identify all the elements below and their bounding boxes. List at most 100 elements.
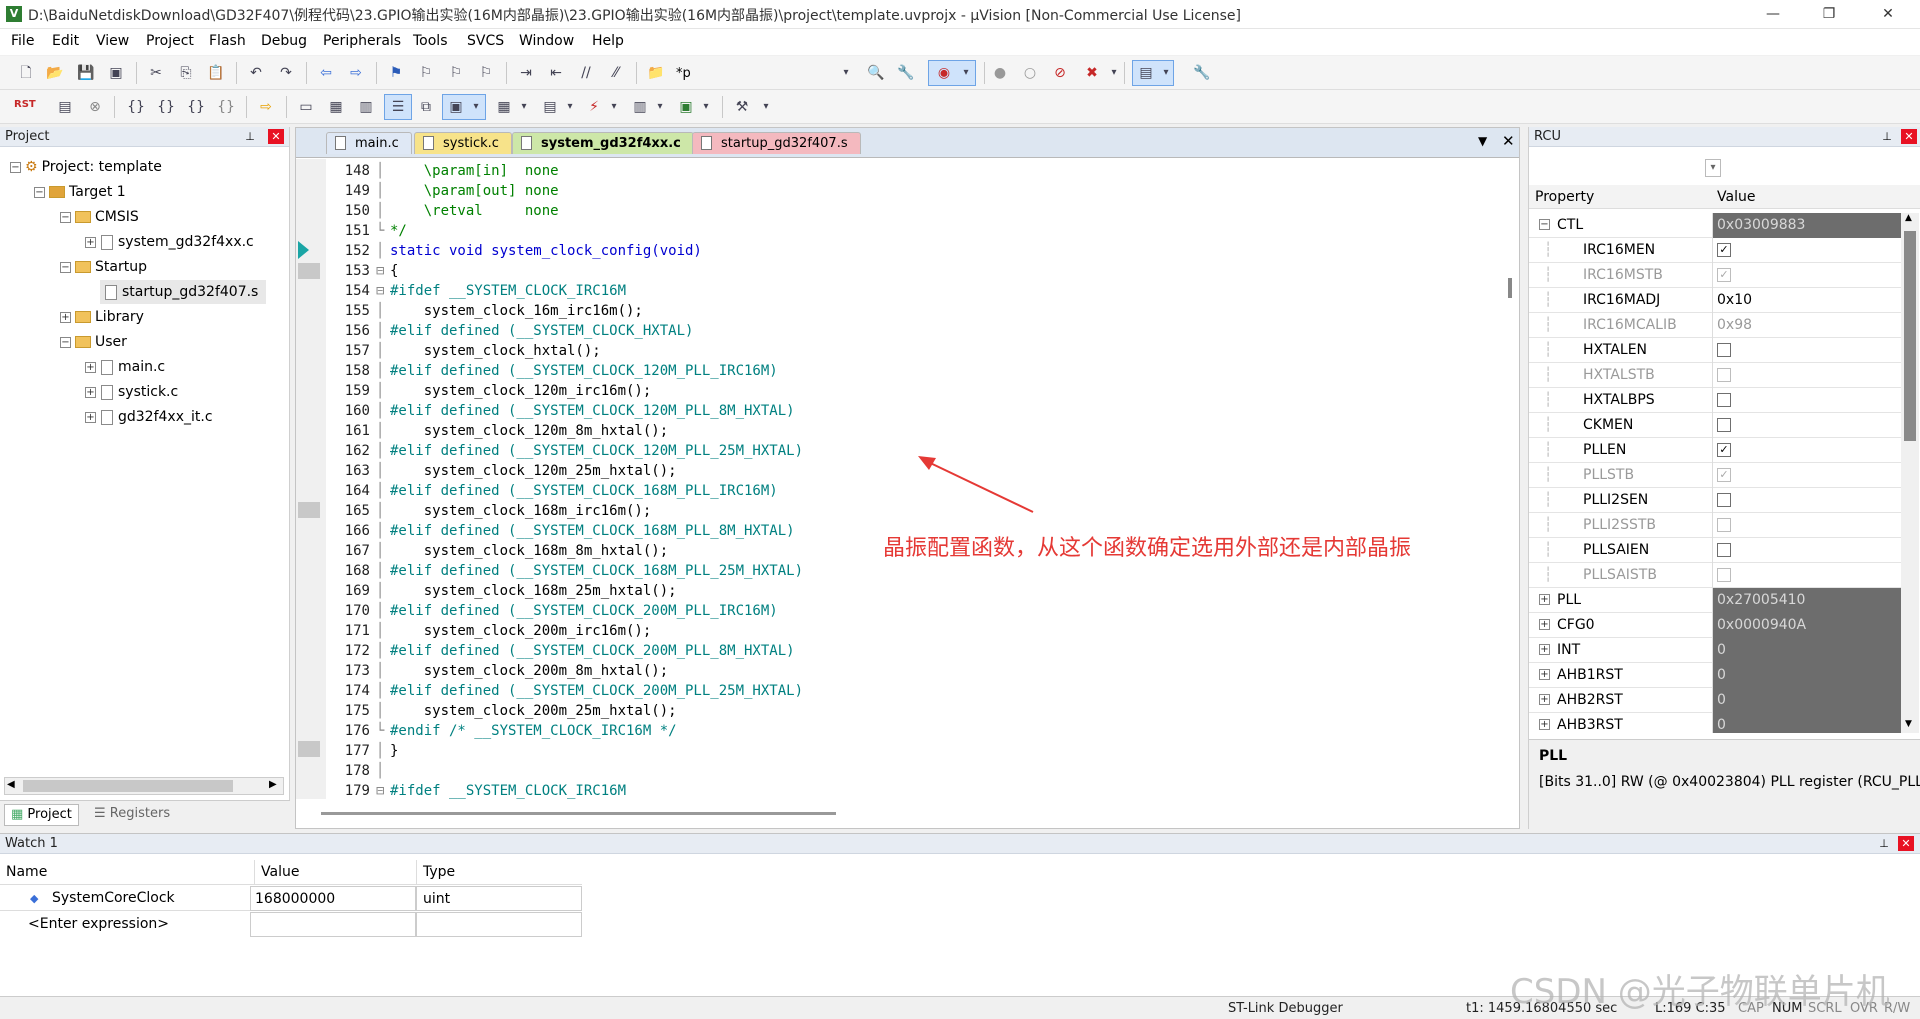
code-line[interactable]: 176 └ #endif /* __SYSTEM_CLOCK_IRC16M */ (326, 721, 1496, 741)
tree-file-it[interactable]: + gd32f4xx_it.c (85, 405, 213, 429)
register-row[interactable]: ┆ PLLSAIEN (1529, 538, 1901, 563)
run-icon[interactable]: ▤ (55, 98, 75, 116)
register-row[interactable]: ┆ PLLSAISTB (1529, 563, 1901, 588)
checkbox-checked[interactable]: ✓ (1717, 443, 1731, 457)
menu-peripherals[interactable]: Peripherals (323, 33, 401, 49)
field-checkbox-cell[interactable]: ✓ (1712, 238, 1901, 263)
disassembly-icon[interactable]: ▦ (326, 98, 346, 116)
register-value[interactable]: 0 (1712, 688, 1901, 713)
checkbox-unchecked[interactable] (1717, 418, 1731, 432)
disable-all-breakpoints-icon[interactable]: ⊘ (1050, 64, 1070, 82)
register-row[interactable]: ┆ IRC16MADJ 0x10 (1529, 288, 1901, 313)
bookmark-icon[interactable]: ⚑ (386, 64, 406, 82)
code-line[interactable]: 174 │ #elif defined (__SYSTEM_CLOCK_200M_P… (326, 681, 1496, 701)
tree-file-system[interactable]: + system_gd32f4xx.c (85, 230, 254, 254)
collapse-icon[interactable]: − (1539, 219, 1550, 230)
cut-icon[interactable]: ✂ (146, 64, 166, 82)
close-window-button[interactable]: ✕ (1865, 0, 1911, 29)
scroll-left-icon[interactable]: ◀ (7, 779, 15, 790)
code-line[interactable]: 179 ⊟ #ifdef __SYSTEM_CLOCK_IRC16M (326, 781, 1496, 801)
checkbox-unchecked[interactable] (1717, 543, 1731, 557)
rcu-scrollbar[interactable]: ▲ ▼ (1901, 213, 1919, 733)
show-next-statement-icon[interactable]: ⇨ (256, 98, 276, 116)
field-value[interactable]: 0x10 (1712, 288, 1901, 313)
new-file-icon[interactable]: 🗋 (16, 64, 36, 82)
code-line[interactable]: 151 └ */ (326, 221, 1496, 241)
menu-debug[interactable]: Debug (261, 33, 307, 49)
register-row[interactable]: ┆ HXTALBPS (1529, 388, 1901, 413)
tree-group-cmsis[interactable]: − CMSIS (60, 205, 139, 229)
code-line[interactable]: 159 │ system_clock_120m_irc16m(); (326, 381, 1496, 401)
find-icon[interactable]: 🔍 (866, 64, 886, 82)
code-line[interactable]: 168 │ #elif defined (__SYSTEM_CLOCK_168M_P… (326, 561, 1496, 581)
register-row[interactable]: ┆ IRC16MEN ✓ (1529, 238, 1901, 263)
serial-icon[interactable]: ▤ (540, 98, 560, 116)
chevron-down-icon[interactable]: ▾ (756, 98, 776, 116)
tree-project-root[interactable]: − ⚙ Project: template (10, 155, 162, 179)
chevron-down-icon[interactable]: ▾ (650, 98, 670, 116)
register-row[interactable]: ┆ HXTALEN (1529, 338, 1901, 363)
register-row[interactable]: ┆ PLLI2SSTB (1529, 513, 1901, 538)
checkbox-unchecked[interactable] (1717, 343, 1731, 357)
register-row[interactable]: + AHB1RST 0 (1529, 663, 1901, 688)
register-row[interactable]: ┆ IRC16MSTB ✓ (1529, 263, 1901, 288)
code-line[interactable]: 178 │ (326, 761, 1496, 781)
menu-file[interactable]: File (11, 33, 34, 49)
register-value[interactable]: 0 (1712, 713, 1901, 733)
register-row[interactable]: ┆ PLLEN ✓ (1529, 438, 1901, 463)
code-line[interactable]: 153 ⊟ { (326, 261, 1496, 281)
field-checkbox-cell[interactable] (1712, 338, 1901, 363)
code-line[interactable]: 175 │ system_clock_200m_25m_hxtal(); (326, 701, 1496, 721)
chevron-down-icon[interactable]: ▾ (604, 98, 624, 116)
menu-view[interactable]: View (96, 33, 129, 49)
menu-svcs[interactable]: SVCS (467, 33, 504, 49)
watch-row[interactable]: ◆ SystemCoreClock 168000000 uint (0, 886, 582, 911)
editor-horizontal-scroll-thumb[interactable] (321, 812, 836, 815)
configure-icon[interactable]: 🔧 (1192, 64, 1212, 82)
field-checkbox-cell[interactable] (1712, 413, 1901, 438)
scroll-down-icon[interactable]: ▼ (1905, 719, 1912, 729)
unindent-icon[interactable]: ⇤ (546, 64, 566, 82)
expand-icon[interactable]: + (1539, 594, 1550, 605)
code-line[interactable]: 158 │ #elif defined (__SYSTEM_CLOCK_120M_P… (326, 361, 1496, 381)
collapse-icon[interactable]: − (60, 211, 71, 223)
register-row[interactable]: ┆ CKMEN (1529, 413, 1901, 438)
run-to-cursor-icon[interactable]: {} (216, 98, 236, 116)
menu-tools[interactable]: Tools (413, 33, 448, 49)
scroll-up-icon[interactable]: ▲ (1905, 213, 1912, 223)
indent-icon[interactable]: ⇥ (516, 64, 536, 82)
register-value[interactable]: 0 (1712, 638, 1901, 663)
system-viewer-icon[interactable]: ▣ (676, 98, 696, 116)
horizontal-scrollbar[interactable]: ◀ ▶ (4, 777, 284, 795)
register-value[interactable]: 0x03009883 (1712, 213, 1901, 238)
tab-systick-c[interactable]: systick.c (414, 132, 512, 154)
breakpoint-icon[interactable]: ● (990, 64, 1010, 82)
nav-forward-icon[interactable]: ⇨ (346, 64, 366, 82)
code-line[interactable]: 148 │ \param[in] none (326, 161, 1496, 181)
restore-button[interactable]: ❐ (1806, 0, 1852, 29)
code-line[interactable]: 150 │ \retval none (326, 201, 1496, 221)
watch-value[interactable]: 168000000 (250, 886, 416, 911)
code-line[interactable]: 173 │ system_clock_200m_8m_hxtal(); (326, 661, 1496, 681)
uncomment-icon[interactable]: ⁄⁄ (606, 64, 626, 82)
symbols-icon[interactable]: ▥ (356, 98, 376, 116)
code-line[interactable]: 172 │ #elif defined (__SYSTEM_CLOCK_200M_P… (326, 641, 1496, 661)
field-checkbox-cell[interactable] (1712, 538, 1901, 563)
register-select-dropdown[interactable]: ▾ (1705, 159, 1721, 177)
register-row[interactable]: + INT 0 (1529, 638, 1901, 663)
field-checkbox-cell[interactable] (1712, 388, 1901, 413)
code-line[interactable]: 170 │ #elif defined (__SYSTEM_CLOCK_200M_P… (326, 601, 1496, 621)
register-value[interactable]: 0x27005410 (1712, 588, 1901, 613)
chevron-down-icon[interactable]: ▾ (560, 98, 580, 116)
chevron-down-icon[interactable]: ▾ (696, 98, 716, 116)
register-row[interactable]: + AHB3RST 0 (1529, 713, 1901, 733)
collapse-icon[interactable]: − (10, 161, 21, 173)
call-stack-icon[interactable]: ⧉ (416, 98, 436, 116)
code-line[interactable]: 161 │ system_clock_120m_8m_hxtal(); (326, 421, 1496, 441)
paste-icon[interactable]: 📋 (206, 64, 226, 82)
stop-icon[interactable]: ⊗ (85, 98, 105, 116)
property-grid[interactable]: − CTL 0x03009883 ┆ IRC16MEN ✓ ┆ IRC16MSTB ✓ ┆ IRC1… (1529, 213, 1901, 733)
tree-file-startup[interactable]: startup_gd32f407.s (100, 280, 267, 304)
undo-icon[interactable]: ↶ (246, 64, 266, 82)
comment-icon[interactable]: // (576, 64, 596, 82)
